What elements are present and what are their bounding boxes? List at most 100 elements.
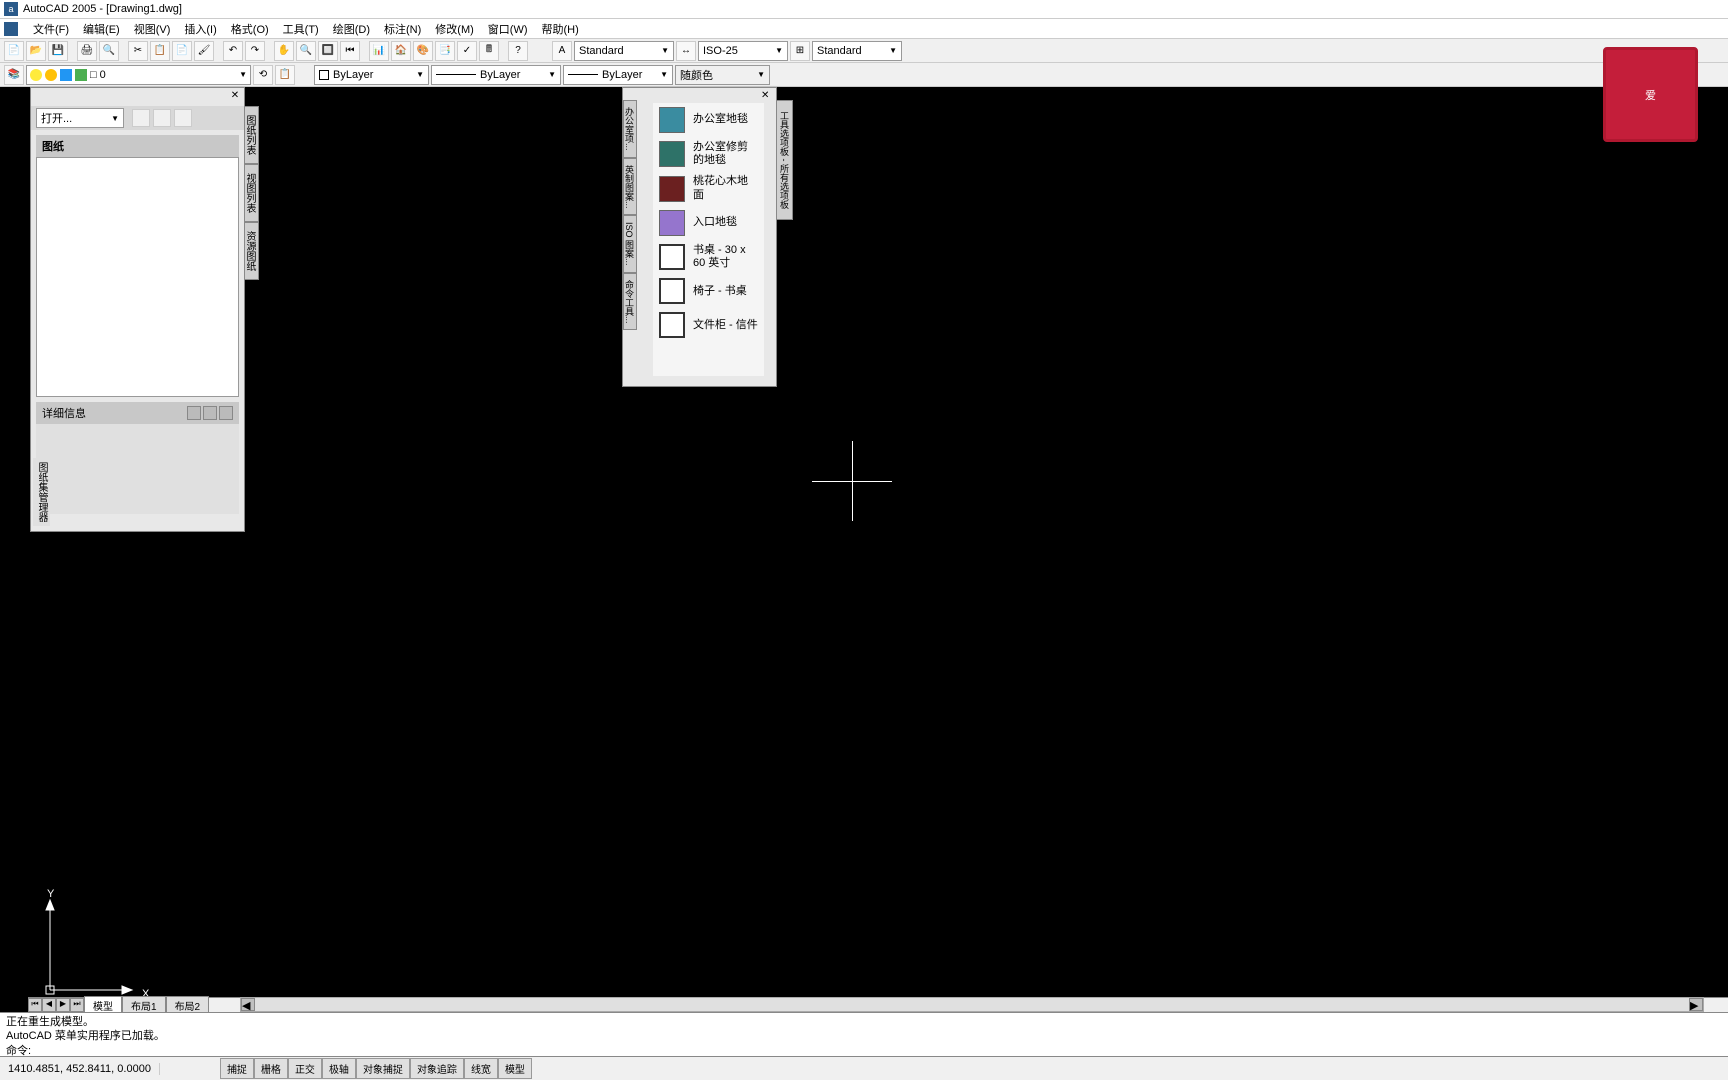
tool-item-5[interactable]: 椅子 - 书桌	[653, 274, 764, 308]
zoom-win-icon[interactable]: 🔲	[318, 41, 338, 61]
menu-draw[interactable]: 绘图(D)	[326, 21, 377, 37]
menu-edit[interactable]: 编辑(E)	[76, 21, 127, 37]
paste-icon[interactable]: 📄	[172, 41, 192, 61]
color-combo[interactable]: ByLayer▼	[314, 65, 429, 85]
tab-last-icon[interactable]: ⏭	[70, 998, 84, 1012]
status-toggle-5[interactable]: 对象追踪	[410, 1058, 464, 1079]
tool-item-2[interactable]: 桃花心木地面	[653, 171, 764, 205]
tp-tab-office[interactable]: 办公室项...	[623, 100, 637, 158]
save-icon[interactable]: 💾	[48, 41, 68, 61]
detail-view2-icon[interactable]	[203, 406, 217, 420]
dc-icon[interactable]: 🏠	[391, 41, 411, 61]
pan-icon[interactable]: ✋	[274, 41, 294, 61]
lineweight-combo[interactable]: ByLayer▼	[563, 65, 673, 85]
side-tab-resources[interactable]: 资源图纸	[244, 222, 259, 280]
detail-view1-icon[interactable]	[187, 406, 201, 420]
refresh-icon[interactable]	[132, 109, 150, 127]
layer-manager-icon[interactable]: 📚	[4, 65, 24, 85]
calc-icon[interactable]: 🖩	[479, 41, 499, 61]
tab-first-icon[interactable]: ⏮	[28, 998, 42, 1012]
plotstyle-combo[interactable]: 随颜色▼	[675, 65, 770, 85]
tp-close-icon[interactable]: ✕	[761, 90, 773, 102]
menu-modify[interactable]: 修改(M)	[428, 21, 481, 37]
help-icon[interactable]: ?	[508, 41, 528, 61]
plot-icon[interactable]: 🖨	[77, 41, 97, 61]
menu-view[interactable]: 视图(V)	[127, 21, 178, 37]
status-toggle-0[interactable]: 捕捉	[220, 1058, 254, 1079]
tool-items-list: 办公室地毯办公室修剪的地毯桃花心木地面入口地毯书桌 - 30 x 60 英寸椅子…	[653, 103, 764, 376]
status-toggle-3[interactable]: 极轴	[322, 1058, 356, 1079]
tool-item-6[interactable]: 文件柜 - 信件	[653, 308, 764, 342]
tool-item-0[interactable]: 办公室地毯	[653, 103, 764, 137]
menu-format[interactable]: 格式(O)	[224, 21, 276, 37]
doc-icon[interactable]	[4, 22, 18, 36]
text-style-combo[interactable]: Standard▼	[574, 41, 674, 61]
tp-tab-command[interactable]: 命令工具...	[623, 273, 637, 331]
text-style-icon[interactable]: A	[552, 41, 572, 61]
zoom-prev-icon[interactable]: ⏮	[340, 41, 360, 61]
menu-help[interactable]: 帮助(H)	[535, 21, 586, 37]
close-icon[interactable]: ✕	[229, 90, 241, 102]
tool-palette: ✕ 办公室项... 英制图案... ISO 图案... 命令工具... 办公室地…	[622, 87, 777, 387]
app-icon: a	[4, 2, 18, 16]
sheet-props-icon[interactable]	[174, 109, 192, 127]
zoom-rt-icon[interactable]: 🔍	[296, 41, 316, 61]
tool-item-3[interactable]: 入口地毯	[653, 206, 764, 240]
copy-icon[interactable]: 📋	[150, 41, 170, 61]
status-toggle-6[interactable]: 线宽	[464, 1058, 498, 1079]
tool-item-label: 书桌 - 30 x 60 英寸	[693, 244, 758, 270]
drawings-list[interactable]	[36, 157, 239, 397]
command-line[interactable]: 正在重生成模型。 AutoCAD 菜单实用程序已加载。 命令:	[0, 1012, 1728, 1056]
window-title: AutoCAD 2005 - [Drawing1.dwg]	[23, 3, 182, 15]
tp-icon[interactable]: 🎨	[413, 41, 433, 61]
redo-icon[interactable]: ↷	[245, 41, 265, 61]
markup-icon[interactable]: ✓	[457, 41, 477, 61]
menu-window[interactable]: 窗口(W)	[481, 21, 535, 37]
h-scrollbar[interactable]: ◀ ▶	[240, 997, 1704, 1012]
side-tab-views[interactable]: 视图列表	[244, 164, 259, 222]
status-toggle-7[interactable]: 模型	[498, 1058, 532, 1079]
table-style-icon[interactable]: ⊞	[790, 41, 810, 61]
plot-layer-icon	[75, 69, 87, 81]
open-icon[interactable]: 📂	[26, 41, 46, 61]
scroll-left-icon[interactable]: ◀	[241, 998, 255, 1011]
tp-tab-iso[interactable]: ISO 图案...	[623, 215, 637, 273]
new-sheet-icon[interactable]	[153, 109, 171, 127]
side-tab-sheets[interactable]: 图纸列表	[244, 106, 259, 164]
undo-icon[interactable]: ↶	[223, 41, 243, 61]
tab-prev-icon[interactable]: ◀	[42, 998, 56, 1012]
table-style-combo[interactable]: Standard▼	[812, 41, 902, 61]
layer-prev-icon[interactable]: ⟲	[253, 65, 273, 85]
tool-item-4[interactable]: 书桌 - 30 x 60 英寸	[653, 240, 764, 274]
status-toggle-4[interactable]: 对象捕捉	[356, 1058, 410, 1079]
tp-tab-imperial[interactable]: 英制图案...	[623, 158, 637, 216]
sheet-icon[interactable]: 📑	[435, 41, 455, 61]
new-icon[interactable]: 📄	[4, 41, 24, 61]
properties-icon[interactable]: 📊	[369, 41, 389, 61]
sheet-open-combo[interactable]: 打开...▼	[36, 108, 124, 128]
dim-style-icon[interactable]: ↔	[676, 41, 696, 61]
layer-combo[interactable]: □ 0 ▼	[26, 65, 251, 85]
dim-style-combo[interactable]: ISO-25▼	[698, 41, 788, 61]
status-toggle-2[interactable]: 正交	[288, 1058, 322, 1079]
drawing-area[interactable]	[0, 87, 1728, 1010]
tool-item-label: 办公室修剪的地毯	[693, 141, 758, 167]
status-bar: 1410.4851, 452.8411, 0.0000 捕捉栅格正交极轴对象捕捉…	[0, 1056, 1728, 1080]
status-toggle-1[interactable]: 栅格	[254, 1058, 288, 1079]
detail-view3-icon[interactable]	[219, 406, 233, 420]
menu-tools[interactable]: 工具(T)	[276, 21, 326, 37]
tool-item-label: 椅子 - 书桌	[693, 285, 747, 298]
tool-item-1[interactable]: 办公室修剪的地毯	[653, 137, 764, 171]
linetype-combo[interactable]: ByLayer▼	[431, 65, 561, 85]
menu-insert[interactable]: 插入(I)	[177, 21, 223, 37]
tab-next-icon[interactable]: ▶	[56, 998, 70, 1012]
layers-toolbar: 📚 □ 0 ▼ ⟲ 📋 ByLayer▼ ByLayer▼ ByLayer▼ 随…	[0, 63, 1728, 87]
tp-title-tab[interactable]: 工具选项板 - 所有选项板	[776, 100, 793, 220]
preview-icon[interactable]: 🔍	[99, 41, 119, 61]
layer-states-icon[interactable]: 📋	[275, 65, 295, 85]
scroll-right-icon[interactable]: ▶	[1689, 998, 1703, 1011]
menu-file[interactable]: 文件(F)	[26, 21, 76, 37]
match-icon[interactable]: 🖌	[194, 41, 214, 61]
cut-icon[interactable]: ✂	[128, 41, 148, 61]
menu-dimension[interactable]: 标注(N)	[377, 21, 428, 37]
